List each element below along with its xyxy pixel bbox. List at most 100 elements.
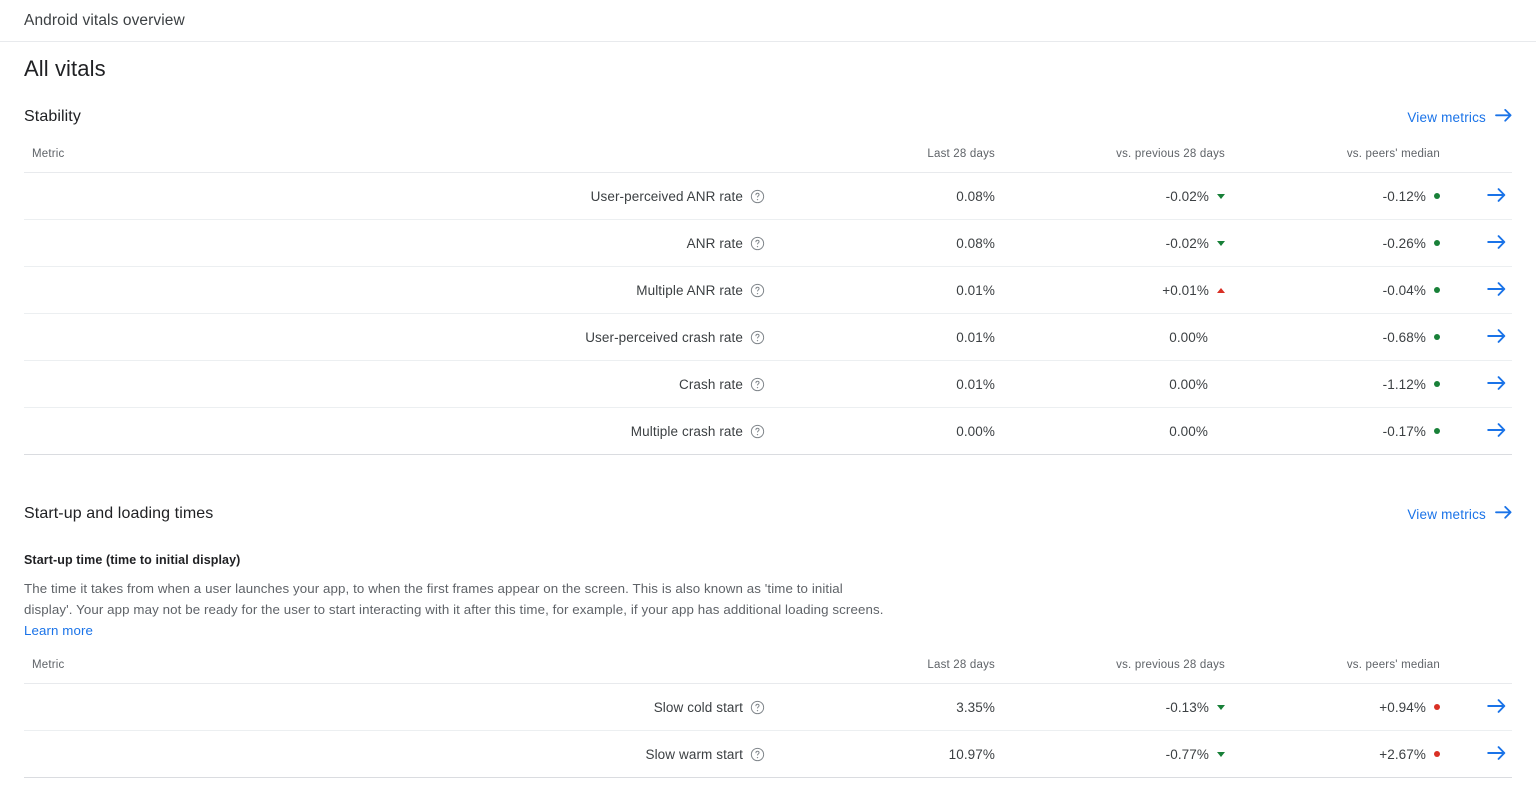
cell-metric-name: Multiple crash rate [24, 407, 765, 455]
cell-last-28-days: 0.01% [765, 360, 995, 408]
cell-last-28-days: 10.97% [765, 730, 995, 778]
cell-vs-peers-median: -0.26% [1225, 219, 1440, 267]
stability-metrics-table: Metric Last 28 days vs. previous 28 days… [24, 148, 1512, 455]
vs-peers-value: -0.12% [1382, 188, 1426, 204]
vs-peers-value: -0.04% [1382, 282, 1426, 298]
page-title: All vitals [24, 56, 106, 81]
cell-row-action [1440, 172, 1512, 220]
cell-vs-previous-28-days: 0.00% [995, 313, 1225, 361]
column-header-metric: Metric [24, 659, 765, 684]
column-header-vs-peers: vs. peers' median [1225, 148, 1440, 173]
status-dot-good [1434, 193, 1440, 199]
vs-previous-value: -0.13% [1165, 699, 1209, 715]
cell-vs-previous-28-days: -0.02% [995, 219, 1225, 267]
cell-vs-previous-28-days: +0.01% [995, 266, 1225, 314]
startup-description: The time it takes from when a user launc… [24, 578, 884, 641]
arrow-right-icon [1495, 109, 1512, 125]
cell-last-28-days: 0.08% [765, 219, 995, 267]
table-row[interactable]: Multiple crash rate 0.00% 0.00% -0.17% [24, 407, 1512, 455]
vs-previous-value: -0.02% [1165, 188, 1209, 204]
table-row[interactable]: ANR rate 0.08% -0.02% -0.26% [24, 219, 1512, 267]
triangle-down-icon [1217, 240, 1225, 246]
column-header-metric: Metric [24, 148, 765, 173]
cell-vs-peers-median: -0.17% [1225, 407, 1440, 455]
arrow-right-icon[interactable] [1487, 375, 1512, 390]
cell-metric-name: ANR rate [24, 219, 765, 267]
cell-vs-peers-median: +0.94% [1225, 683, 1440, 731]
arrow-right-icon[interactable] [1487, 422, 1512, 437]
cell-last-28-days: 3.35% [765, 683, 995, 731]
view-metrics-label: View metrics [1407, 506, 1486, 522]
view-metrics-link-stability[interactable]: View metrics [1407, 109, 1512, 125]
arrow-right-icon[interactable] [1487, 698, 1512, 713]
arrow-right-icon [1495, 506, 1512, 522]
cell-row-action [1440, 360, 1512, 408]
vs-peers-value: -0.26% [1382, 235, 1426, 251]
help-circle-icon[interactable] [750, 236, 765, 251]
cell-metric-name: User-perceived ANR rate [24, 172, 765, 220]
arrow-right-icon[interactable] [1487, 328, 1512, 343]
cell-row-action [1440, 266, 1512, 314]
column-header-action [1440, 148, 1512, 173]
cell-vs-peers-median: -1.12% [1225, 360, 1440, 408]
section-header-stability: Stability View metrics [24, 104, 1512, 130]
section-title-stability: Stability [24, 108, 81, 125]
arrow-right-icon[interactable] [1487, 745, 1512, 760]
vs-previous-value: 0.00% [1169, 329, 1208, 345]
cell-vs-previous-28-days: -0.02% [995, 172, 1225, 220]
vs-peers-value: -0.68% [1382, 329, 1426, 345]
cell-metric-name: Slow cold start [24, 683, 765, 731]
help-circle-icon[interactable] [750, 283, 765, 298]
cell-last-28-days: 0.00% [765, 407, 995, 455]
trend-none-placeholder [1216, 382, 1225, 387]
table-row[interactable]: Slow cold start 3.35% -0.13% +0.94% [24, 683, 1512, 731]
vs-previous-value: -0.02% [1165, 235, 1209, 251]
status-dot-good [1434, 381, 1440, 387]
column-header-action [1440, 659, 1512, 684]
vs-previous-value: +0.01% [1162, 282, 1209, 298]
help-circle-icon[interactable] [750, 377, 765, 392]
startup-metrics-table: Metric Last 28 days vs. previous 28 days… [24, 659, 1512, 778]
help-circle-icon[interactable] [750, 700, 765, 715]
column-header-vs-peers: vs. peers' median [1225, 659, 1440, 684]
table-row[interactable]: Multiple ANR rate 0.01% +0.01% -0.04% [24, 266, 1512, 314]
cell-row-action [1440, 683, 1512, 731]
page-breadcrumb-title: Android vitals overview [24, 11, 185, 29]
arrow-right-icon[interactable] [1487, 234, 1512, 249]
status-dot-good [1434, 240, 1440, 246]
help-circle-icon[interactable] [750, 189, 765, 204]
help-circle-icon[interactable] [750, 330, 765, 345]
table-row[interactable]: Slow warm start 10.97% -0.77% +2.67% [24, 730, 1512, 778]
view-metrics-link-startup[interactable]: View metrics [1407, 506, 1512, 522]
cell-vs-previous-28-days: 0.00% [995, 360, 1225, 408]
arrow-right-icon[interactable] [1487, 187, 1512, 202]
vs-previous-value: 0.00% [1169, 423, 1208, 439]
startup-subsection-title: Start-up time (time to initial display) [24, 553, 241, 567]
triangle-down-icon [1217, 751, 1225, 757]
trend-none-placeholder [1216, 429, 1225, 434]
metric-label: User-perceived crash rate [585, 329, 743, 345]
table-row[interactable]: Crash rate 0.01% 0.00% -1.12% [24, 360, 1512, 408]
vs-peers-value: +0.94% [1379, 699, 1426, 715]
metric-label: Multiple ANR rate [636, 282, 743, 298]
cell-vs-peers-median: -0.12% [1225, 172, 1440, 220]
status-dot-good [1434, 334, 1440, 340]
help-circle-icon[interactable] [750, 747, 765, 762]
triangle-up-icon [1217, 287, 1225, 293]
cell-metric-name: Multiple ANR rate [24, 266, 765, 314]
help-circle-icon[interactable] [750, 424, 765, 439]
cell-row-action [1440, 730, 1512, 778]
cell-vs-previous-28-days: 0.00% [995, 407, 1225, 455]
vs-previous-value: -0.77% [1165, 746, 1209, 762]
status-dot-good [1434, 287, 1440, 293]
arrow-right-icon[interactable] [1487, 281, 1512, 296]
table-row[interactable]: User-perceived ANR rate 0.08% -0.02% -0.12% [24, 172, 1512, 220]
cell-last-28-days: 0.01% [765, 266, 995, 314]
learn-more-link[interactable]: Learn more [24, 623, 93, 638]
cell-row-action [1440, 313, 1512, 361]
triangle-down-icon [1217, 193, 1225, 199]
metric-label: User-perceived ANR rate [590, 188, 743, 204]
table-row[interactable]: User-perceived crash rate 0.01% 0.00% -0.68… [24, 313, 1512, 361]
metric-label: Crash rate [678, 376, 743, 392]
page-root: Android vitals overview All vitals Stabi… [0, 0, 1536, 810]
